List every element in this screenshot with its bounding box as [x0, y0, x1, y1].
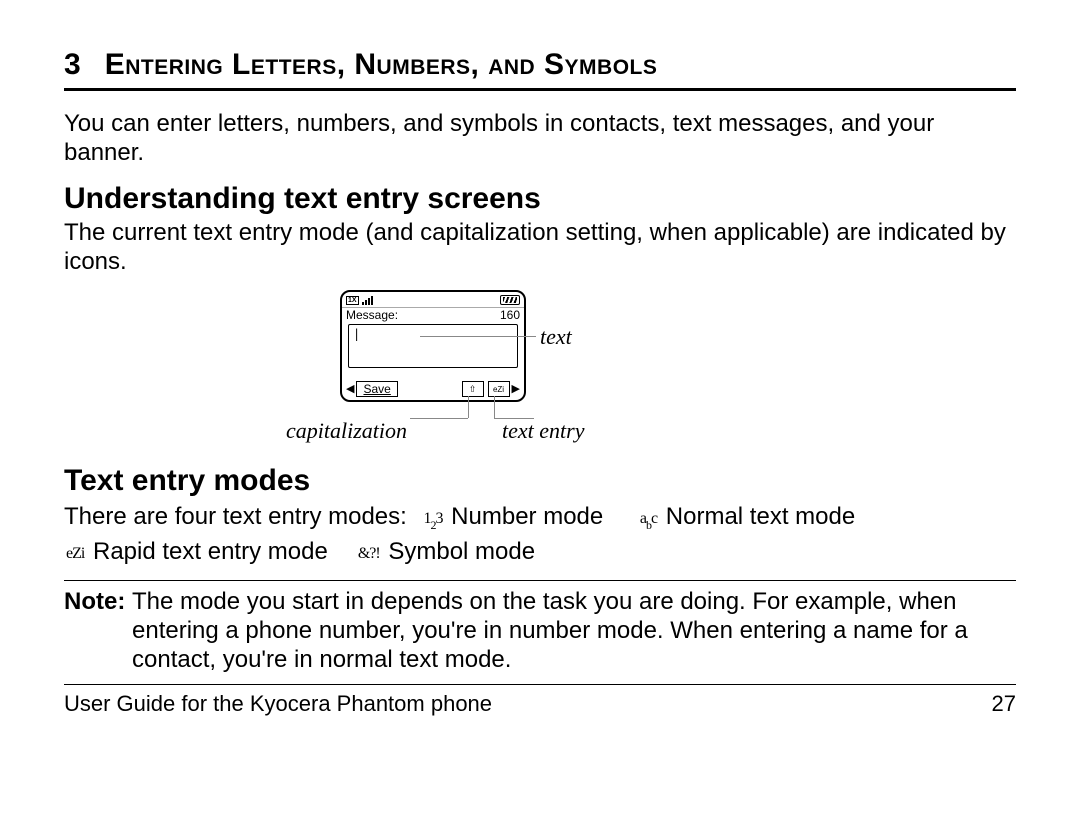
symbol-mode-label: Symbol mode [388, 538, 535, 565]
callout-line [420, 336, 536, 337]
left-arrow-icon: ◀ [346, 384, 354, 395]
intro-paragraph: You can enter letters, numbers, and symb… [64, 109, 1016, 168]
message-label: Message: [346, 308, 398, 322]
callout-text-entry: text entry [502, 418, 584, 444]
signal-icon [362, 296, 373, 305]
right-arrow-icon: ▶ [512, 384, 520, 395]
callout-line [468, 396, 469, 418]
divider [64, 88, 1016, 91]
text-cursor: | [353, 327, 360, 341]
battery-icon [500, 295, 520, 305]
rapid-mode-icon: eZi [66, 542, 84, 565]
callout-line [494, 396, 495, 418]
save-softkey: Save [356, 381, 397, 397]
text-input-area: | [348, 324, 518, 368]
chapter-heading: 3 Entering Letters, Numbers, and Symbols [64, 48, 1016, 82]
number-mode-label: Number mode [451, 503, 603, 530]
note-block: Note: The mode you start in depends on t… [64, 587, 1016, 675]
footer-left: User Guide for the Kyocera Phantom phone [64, 691, 492, 717]
status-bar: 1X [342, 292, 524, 308]
callout-capitalization: capitalization [286, 418, 407, 444]
chapter-number: 3 [64, 48, 81, 82]
divider [64, 580, 1016, 581]
callout-text: text [540, 324, 572, 350]
symbol-mode-icon: &?! [358, 542, 380, 565]
softkey-row: ◀ Save ⇧ eZi ▶ [346, 381, 520, 397]
number-mode-icon: 123 [424, 507, 443, 533]
phone-screen: 1X Message: 160 | ◀ Save ⇧ [340, 290, 526, 402]
callout-line [410, 418, 468, 419]
section-heading-understanding: Understanding text entry screens [64, 182, 1016, 216]
rapid-mode-label: Rapid text entry mode [93, 538, 328, 565]
char-count: 160 [500, 308, 520, 322]
section1-body: The current text entry mode (and capital… [64, 218, 1016, 277]
chapter-title: Entering Letters, Numbers, and Symbols [105, 48, 658, 82]
section-heading-modes: Text entry modes [64, 464, 1016, 498]
normal-mode-label: Normal text mode [666, 503, 855, 530]
message-header: Message: 160 [342, 308, 524, 322]
footer-page-number: 27 [992, 691, 1016, 717]
note-body: The mode you start in depends on the tas… [132, 587, 1016, 675]
normal-mode-icon: abc [640, 507, 657, 533]
modes-paragraph: There are four text entry modes: 123 Num… [64, 500, 1016, 570]
capitalization-indicator-icon: ⇧ [462, 381, 484, 397]
text-entry-indicator-icon: eZi [488, 381, 510, 397]
note-label: Note: [64, 587, 132, 675]
divider [64, 684, 1016, 685]
network-1x-icon: 1X [346, 296, 359, 305]
phone-screen-illustration: 1X Message: 160 | ◀ Save ⇧ [340, 290, 740, 450]
page-footer: User Guide for the Kyocera Phantom phone… [64, 691, 1016, 717]
modes-lead: There are four text entry modes: [64, 503, 407, 530]
